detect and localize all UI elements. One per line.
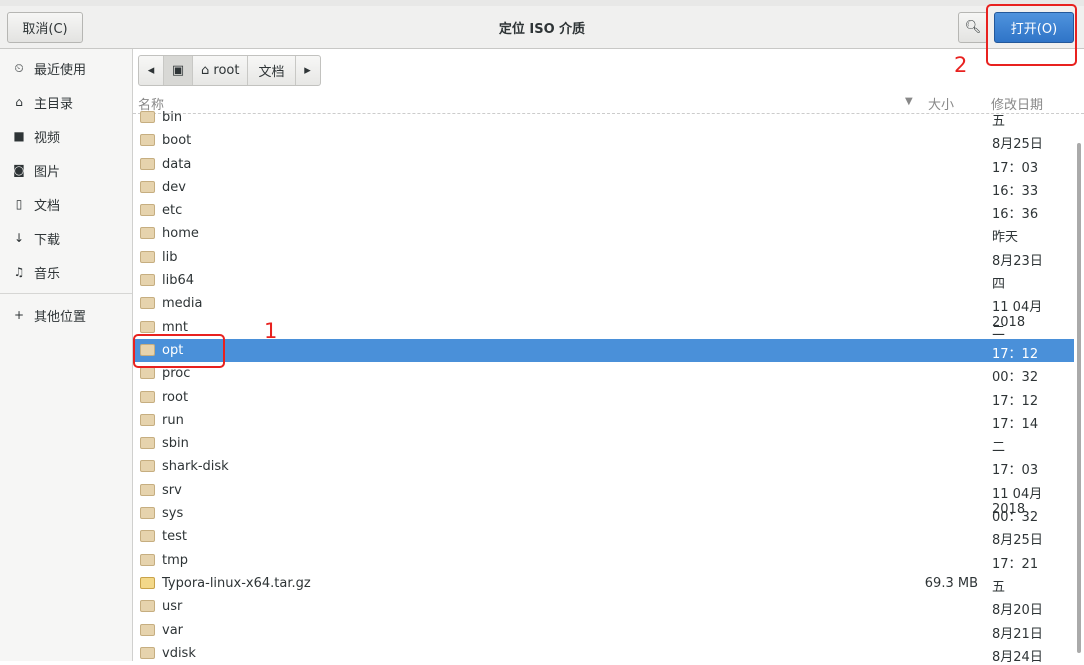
plus-icon: + [13, 308, 25, 322]
search-icon: 🔍︎ [964, 20, 982, 35]
camera-icon: ◙ [13, 163, 25, 177]
folder-icon [140, 227, 155, 240]
file-row[interactable]: media 11 04月 2018 [133, 292, 1074, 330]
folder-icon [140, 483, 155, 496]
file-row[interactable]: boot 8月25日 [133, 129, 1074, 152]
folder-icon [140, 646, 155, 659]
folder-icon [140, 180, 155, 193]
path-back-button[interactable]: ◂ [139, 56, 164, 85]
folder-icon [140, 623, 155, 636]
path-item-root[interactable]: ⌂ root [193, 56, 249, 85]
annotation-number-2: 2 [954, 53, 968, 77]
folder-icon [140, 530, 155, 543]
folder-icon [140, 157, 155, 170]
clock-icon: ⏲ [14, 60, 24, 75]
sidebar-item[interactable]: ▯ 文档 [0, 187, 132, 221]
path-forward-button[interactable]: ▸ [296, 56, 320, 85]
file-row[interactable]: test 8月25日 [133, 525, 1074, 548]
scrollbar[interactable] [1074, 113, 1084, 661]
drive-icon[interactable]: ▣ [164, 56, 193, 85]
file-list: bin 五 boot 8月25日 data 17：03 dev 16：33 etc 16：36 ho… [133, 106, 1074, 665]
sidebar-item[interactable]: ⏲ 最近使用 [0, 51, 132, 85]
file-row[interactable]: lib 8月23日 [133, 246, 1074, 269]
download-icon: ↓ [13, 231, 25, 245]
music-icon: ♫ [13, 265, 25, 279]
video-icon: ■ [13, 129, 25, 143]
folder-icon [140, 600, 155, 613]
file-row[interactable]: proc 00：32 [133, 362, 1074, 385]
file-row[interactable]: sbin 二 [133, 432, 1074, 455]
file-row[interactable]: tmp 17：21 [133, 549, 1074, 572]
sidebar-item[interactable]: ⌂ 主目录 [0, 85, 132, 119]
sidebar-item-other-locations[interactable]: + 其他位置 [0, 298, 132, 332]
file-row[interactable]: shark-disk 17：03 [133, 455, 1074, 478]
file-row[interactable]: sys 00：32 [133, 502, 1074, 525]
folder-icon [140, 460, 155, 473]
sidebar: ⏲ 最近使用 ⌂ 主目录 ■ 视频 ◙ 图片 ▯ 文档 ↓ 下载 ♫ 音乐 + 其他位置 [0, 49, 133, 661]
folder-icon [140, 507, 155, 520]
sidebar-item[interactable]: ◙ 图片 [0, 153, 132, 187]
file-row[interactable]: Typora-linux-x64.tar.gz 69.3 MB 五 [133, 572, 1074, 595]
annotation-number-1: 1 [264, 319, 278, 343]
divider [0, 293, 132, 294]
path-item-documents[interactable]: 文档 [248, 56, 296, 85]
file-row[interactable]: root 17：12 [133, 386, 1074, 409]
file-row[interactable]: usr 8月20日 [133, 595, 1074, 618]
folder-icon [140, 413, 155, 426]
document-icon: ▯ [15, 197, 23, 211]
search-button[interactable]: 🔍︎ [958, 12, 988, 43]
folder-icon [140, 437, 155, 450]
file-row[interactable]: dev 16：33 [133, 176, 1074, 199]
folder-icon [140, 111, 155, 123]
folder-icon [140, 250, 155, 263]
file-row[interactable]: srv 11 04月 2018 [133, 479, 1074, 517]
file-row[interactable]: lib64 四 [133, 269, 1074, 292]
home-icon: ⌂ [15, 95, 23, 109]
file-row[interactable]: var 8月21日 [133, 619, 1074, 642]
folder-icon [140, 297, 155, 310]
folder-icon [140, 320, 155, 333]
file-row[interactable]: home 昨天 [133, 222, 1074, 245]
path-bar: ◂ ▣ ⌂ root 文档 ▸ [138, 55, 321, 86]
sidebar-item[interactable]: ↓ 下载 [0, 221, 132, 255]
sidebar-item[interactable]: ♫ 音乐 [0, 255, 132, 289]
folder-icon [140, 367, 155, 380]
folder-icon [140, 134, 155, 147]
file-row[interactable]: etc 16：36 [133, 199, 1074, 222]
folder-icon [140, 553, 155, 566]
folder-icon [140, 390, 155, 403]
header-bar: 取消(C) 定位 ISO 介质 🔍︎ 打开(O) [0, 6, 1084, 49]
folder-icon [140, 274, 155, 287]
dialog-title: 定位 ISO 介质 [498, 22, 586, 37]
annotation-box-1 [133, 334, 225, 368]
file-row[interactable]: run 17：14 [133, 409, 1074, 432]
annotation-box-2 [986, 4, 1077, 66]
home-icon: ⌂ [201, 63, 210, 78]
archive-icon [140, 576, 155, 589]
file-row[interactable]: data 17：03 [133, 153, 1074, 176]
sidebar-item[interactable]: ■ 视频 [0, 119, 132, 153]
file-row[interactable]: bin 五 [133, 106, 1074, 129]
folder-icon [140, 204, 155, 217]
file-row[interactable]: vdisk 8月24日 [133, 642, 1074, 665]
